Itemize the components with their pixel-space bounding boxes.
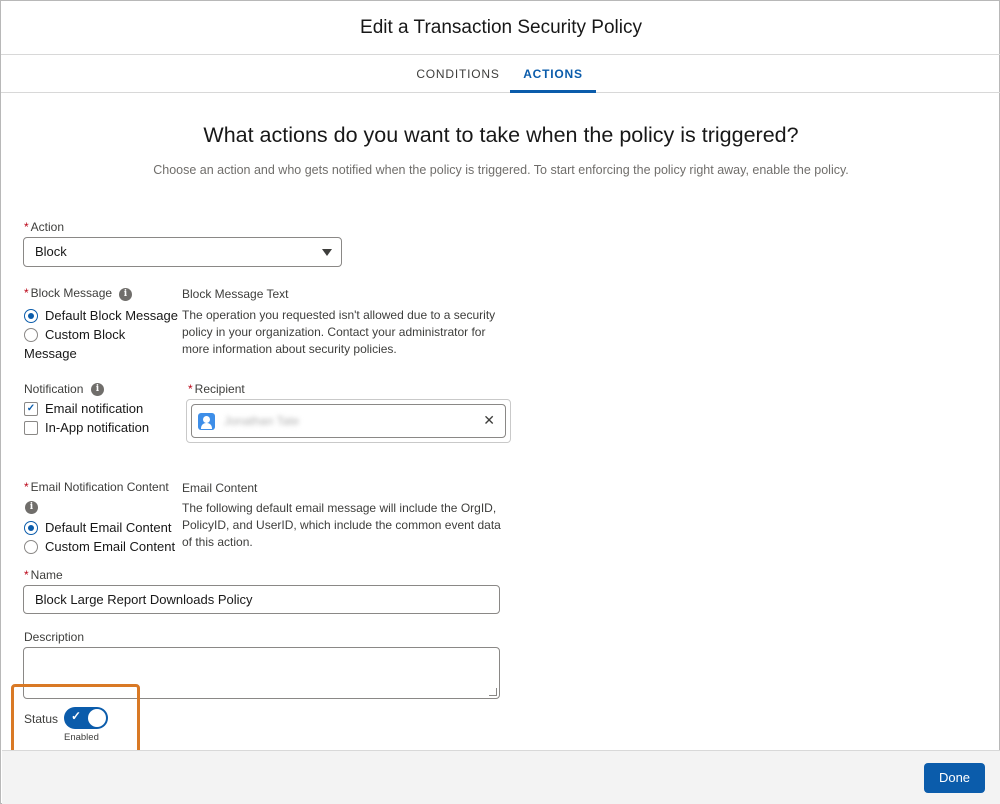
required-asterisk: * xyxy=(188,382,193,396)
email-content-text-line: of this action. xyxy=(182,535,253,549)
custom-email-content-radio[interactable] xyxy=(24,540,38,554)
in-app-notification-label: In-App notification xyxy=(45,420,150,435)
close-icon[interactable]: ✕ xyxy=(483,412,495,429)
resize-handle-icon[interactable] xyxy=(489,688,497,696)
description-label: Description xyxy=(24,630,85,644)
block-message-label: * Block Message xyxy=(24,286,113,300)
user-icon xyxy=(198,413,215,430)
tab-conditions[interactable]: CONDITIONS xyxy=(411,55,505,93)
required-asterisk: * xyxy=(24,480,29,494)
info-icon[interactable]: i xyxy=(25,501,38,514)
recipient-name: Jonathan Tate xyxy=(224,414,300,428)
block-message-text-label: Block Message Text xyxy=(182,287,289,301)
required-asterisk: * xyxy=(24,568,29,582)
policy-name-input[interactable]: Block Large Report Downloads Policy xyxy=(23,585,500,614)
action-label: * Action xyxy=(24,220,65,234)
page-heading: What actions do you want to take when th… xyxy=(203,123,799,147)
default-block-message-label: Default Block Message xyxy=(45,308,178,323)
chevron-down-icon xyxy=(322,249,332,256)
modal-window: Edit a Transaction Security Policy CONDI… xyxy=(0,0,1000,804)
action-select[interactable]: Block xyxy=(23,237,342,267)
custom-block-message-label: Custom Block xyxy=(45,327,126,342)
info-icon[interactable]: i xyxy=(119,288,132,301)
email-notification-label: Email notification xyxy=(45,401,144,416)
email-content-label: * Email Notification Content xyxy=(24,480,169,494)
action-select-value: Block xyxy=(35,244,67,259)
in-app-notification-checkbox[interactable] xyxy=(24,421,38,435)
default-email-content-label: Default Email Content xyxy=(45,520,172,535)
email-content-text-label: Email Content xyxy=(182,481,258,495)
tab-actions[interactable]: ACTIONS xyxy=(510,55,596,93)
email-content-text-line: PolicyID, and UserID, which include the … xyxy=(182,518,501,532)
required-asterisk: * xyxy=(24,286,29,300)
modal-title: Edit a Transaction Security Policy xyxy=(360,17,642,38)
tab-bar: CONDITIONS ACTIONS xyxy=(1,55,1000,93)
done-button[interactable]: Done xyxy=(924,763,985,793)
info-icon[interactable]: i xyxy=(91,383,104,396)
block-message-text-line: policy in your organization. Contact you… xyxy=(182,325,486,339)
custom-block-message-label-cont: Message xyxy=(24,346,77,361)
modal-header: Edit a Transaction Security Policy xyxy=(1,1,1000,55)
default-email-content-radio[interactable] xyxy=(24,521,38,535)
page-subheading: Choose an action and who gets notified w… xyxy=(153,163,849,177)
custom-block-message-radio[interactable] xyxy=(24,328,38,342)
block-message-text-line: more information about security policies… xyxy=(182,342,397,356)
modal-footer xyxy=(2,750,1000,804)
email-notification-checkbox[interactable]: ✓ xyxy=(24,402,38,416)
required-asterisk: * xyxy=(24,220,29,234)
recipient-label: * Recipient xyxy=(188,382,245,396)
recipient-pill[interactable]: Jonathan Tate ✕ xyxy=(191,404,506,438)
name-label: * Name xyxy=(24,568,63,582)
notification-label: Notification xyxy=(24,382,84,396)
recipient-field[interactable]: Jonathan Tate ✕ xyxy=(186,399,511,443)
email-content-text-line: The following default email message will… xyxy=(182,501,497,515)
block-message-text-line: The operation you requested isn't allowe… xyxy=(182,308,496,322)
custom-email-content-label: Custom Email Content xyxy=(45,539,176,554)
default-block-message-radio[interactable] xyxy=(24,309,38,323)
